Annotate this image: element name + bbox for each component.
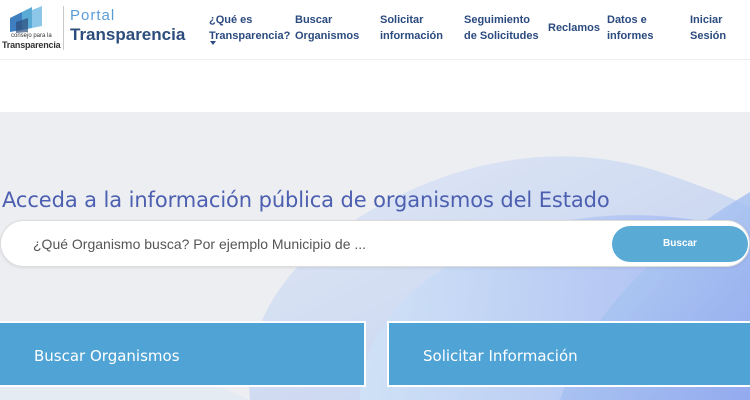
nav-solicitar-informacion[interactable]: Solicitar información [380,12,443,44]
nav-label-line2: de Solicitudes [464,30,539,42]
nav-label-line1: Solicitar [380,14,424,26]
nav-label-line1: Datos e [607,14,647,26]
logo-subtitle: consejo para la [11,33,52,39]
nav-datos-informes[interactable]: Datos e informes [607,12,653,44]
logo-mark-icon [10,6,42,33]
nav-label-line1: Reclamos [548,22,600,34]
nav-label-line1: ¿Qué es [209,14,253,26]
nav-que-es-transparencia[interactable]: ¿Qué es Transparencia? [209,12,290,44]
card-solicitar-informacion[interactable]: Solicitar Información [387,321,750,387]
nav-label-line2: informes [607,30,654,42]
nav-label-line2: Sesión [690,30,727,42]
nav-label-line1: Iniciar [690,14,723,26]
logo-divider [63,6,64,50]
card-buscar-organismos[interactable]: Buscar Organismos [0,321,366,387]
nav-label-line2: Transparencia? [209,30,291,42]
nav-label-line2: información [380,30,443,42]
logo-portal-text: Portal [70,7,116,24]
search-input[interactable] [33,231,573,257]
search-button[interactable]: Buscar [612,226,748,262]
nav-buscar-organismos[interactable]: Buscar Organismos [295,12,359,44]
logo-title-text: Transparencia [70,25,186,44]
logo[interactable]: consejo para la Transparencia Portal Tra… [0,4,190,54]
logo-brand: Transparencia [2,40,61,50]
nav-label-line1: Seguimiento [464,14,531,26]
nav-iniciar-sesion[interactable]: Iniciar Sesión [690,12,726,44]
chevron-down-icon[interactable] [210,41,216,45]
page: consejo para la Transparencia Portal Tra… [0,0,750,400]
nav-reclamos[interactable]: Reclamos [548,20,600,36]
header: consejo para la Transparencia Portal Tra… [0,0,750,60]
nav-seguimiento-solicitudes[interactable]: Seguimiento de Solicitudes [464,12,539,44]
hero-headline: Acceda a la información pública de organ… [2,188,610,212]
nav-label-line2: Organismos [295,30,360,42]
nav-label-line1: Buscar [295,14,333,26]
